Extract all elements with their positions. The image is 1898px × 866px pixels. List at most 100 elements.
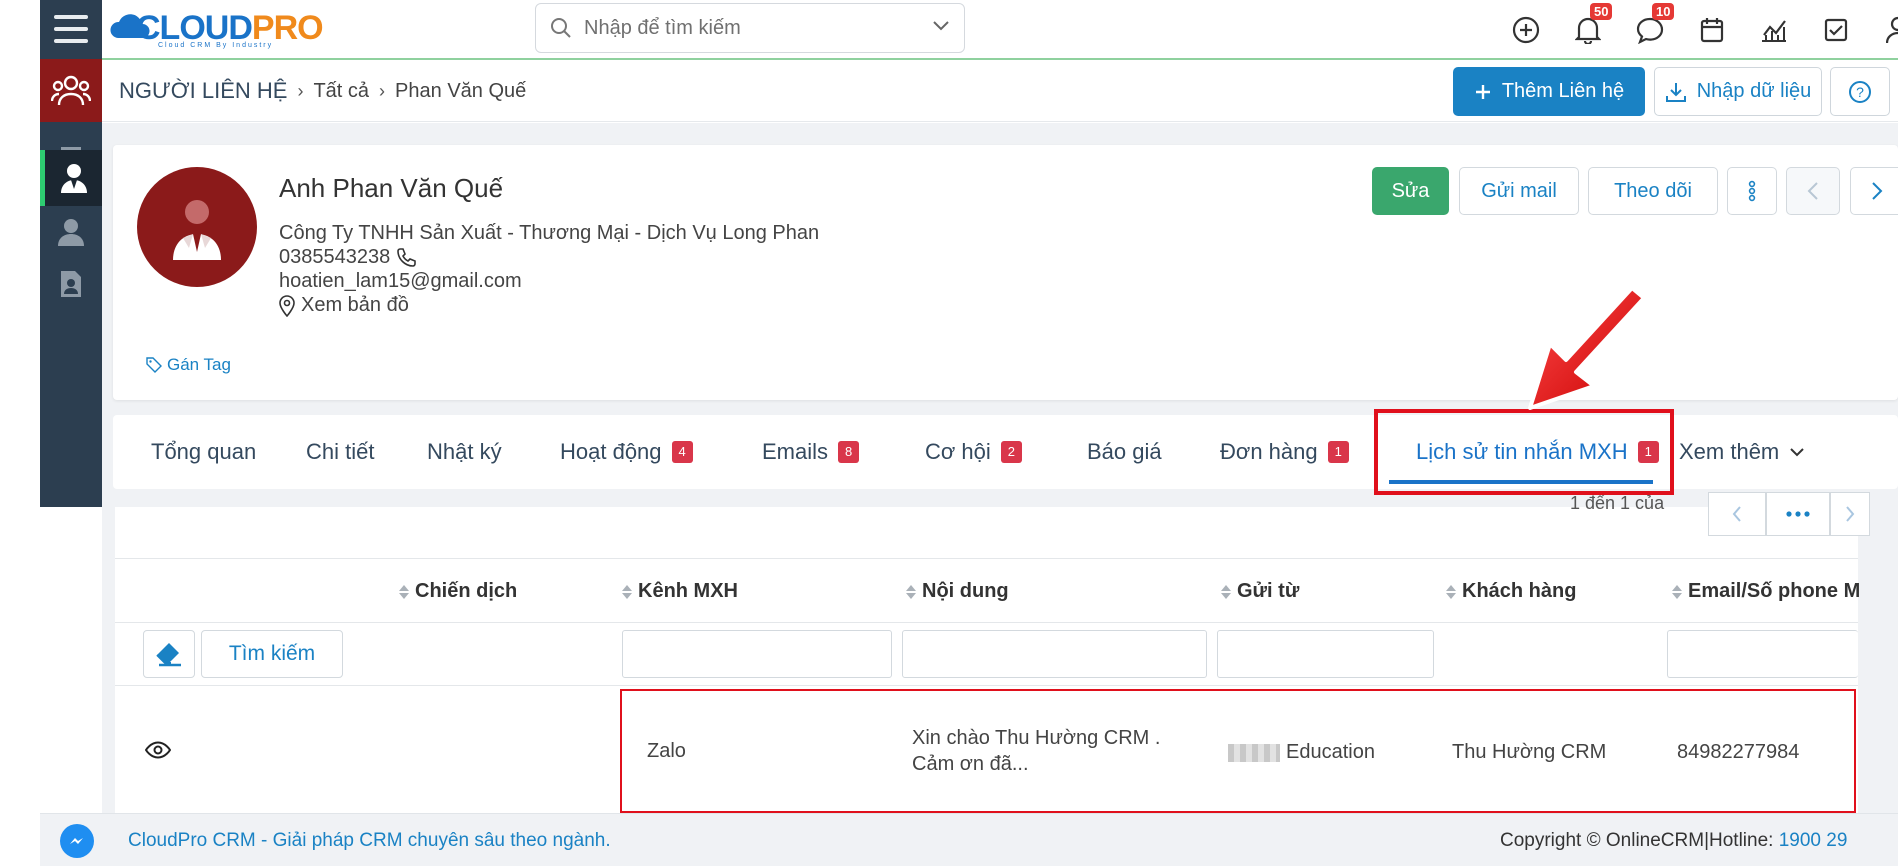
pagination-prev-button[interactable] [1708, 492, 1766, 536]
content-filter-input[interactable] [902, 630, 1207, 678]
previous-record-button[interactable] [1786, 167, 1840, 215]
tag-icon [146, 357, 162, 373]
add-button[interactable] [1506, 10, 1546, 50]
email-phone-filter-input[interactable] [1667, 630, 1858, 678]
follow-label: Theo dõi [1614, 179, 1692, 202]
tab-orders[interactable]: Đơn hàng 1 [1220, 415, 1349, 489]
column-header-customer[interactable]: Khách hàng [1446, 580, 1576, 603]
assign-tag-link[interactable]: Gán Tag [146, 355, 231, 375]
sidebar-item-documents[interactable] [40, 252, 102, 316]
highlight-box-tab [1374, 409, 1674, 495]
breadcrumb-root[interactable]: NGƯỜI LIÊN HỆ [119, 78, 287, 104]
calendar-button[interactable] [1692, 10, 1732, 50]
edit-button[interactable]: Sửa [1372, 167, 1449, 215]
view-map-label: Xem bản đồ [301, 294, 409, 316]
contact-phone-row: 0385543238 [279, 246, 417, 269]
more-horizontal-icon [1786, 511, 1810, 517]
sort-icon [906, 584, 916, 599]
sidebar-item-contacts-module[interactable] [40, 59, 102, 122]
checkbox-icon [1824, 18, 1848, 42]
sidebar [40, 0, 102, 507]
tab-quotes[interactable]: Báo giá [1087, 415, 1162, 489]
tasks-button[interactable] [1816, 10, 1856, 50]
user-menu-button[interactable] [1878, 10, 1898, 50]
messages-button[interactable]: 10 [1630, 3, 1675, 50]
tab-more-dropdown[interactable]: Xem thêm [1679, 415, 1805, 489]
column-header-label: Nội dung [922, 580, 1009, 602]
more-actions-button[interactable] [1727, 167, 1777, 215]
pagination-info: 1 đến 1 của [1570, 493, 1665, 513]
help-circle-icon: ? [1849, 80, 1871, 103]
contact-phone[interactable]: 0385543238 [279, 246, 390, 269]
tab-overview[interactable]: Tổng quan [151, 415, 256, 489]
eye-icon [144, 741, 172, 759]
tab-opportunities[interactable]: Cơ hội 2 [925, 415, 1023, 489]
message-count-badge: 10 [1652, 3, 1675, 20]
table-search-label: Tìm kiếm [228, 642, 316, 665]
sidebar-item-contacts[interactable] [40, 150, 102, 206]
follow-button[interactable]: Theo dõi [1588, 167, 1718, 215]
reports-button[interactable] [1754, 10, 1794, 50]
column-header-content[interactable]: Nội dung [906, 580, 1009, 603]
column-header-label: Gửi từ [1237, 580, 1300, 602]
column-header-label: Kênh MXH [638, 580, 738, 602]
sent-from-filter-input[interactable] [1217, 630, 1434, 678]
hotline-number[interactable]: 1900 29 [1779, 830, 1848, 851]
add-contact-label: Thêm Liên hệ [1501, 80, 1625, 102]
tab-label: Báo giá [1087, 439, 1162, 464]
channel-filter-input[interactable] [622, 630, 892, 678]
avatar[interactable] [137, 167, 257, 287]
sort-icon [1446, 584, 1456, 599]
global-search[interactable] [535, 3, 965, 53]
add-contact-button[interactable]: Thêm Liên hệ [1453, 67, 1645, 116]
phone-icon[interactable] [396, 247, 417, 268]
column-header-channel[interactable]: Kênh MXH [622, 580, 738, 603]
help-button[interactable]: ? [1830, 67, 1890, 116]
breadcrumb-bar: NGƯỜI LIÊN HỆ › Tất cả › Phan Văn Quế Th… [102, 62, 1898, 122]
businessman-icon [173, 200, 221, 260]
search-input[interactable] [584, 16, 924, 40]
tab-details[interactable]: Chi tiết [306, 415, 374, 489]
map-pin-icon [279, 294, 295, 317]
column-header-campaign[interactable]: Chiến dịch [399, 580, 517, 603]
tab-label: Cơ hội [925, 439, 991, 464]
chevron-right-icon [1846, 506, 1855, 522]
tab-log[interactable]: Nhật ký [427, 415, 502, 489]
bell-icon [1575, 17, 1601, 44]
top-icon-group: 50 10 [1506, 3, 1898, 50]
next-record-button[interactable] [1850, 167, 1898, 215]
table-search-button[interactable]: Tìm kiếm [201, 630, 343, 678]
chevron-right-icon: › [297, 80, 304, 101]
tab-emails[interactable]: Emails 8 [762, 415, 860, 489]
pagination-next-button[interactable] [1830, 492, 1870, 536]
import-data-button[interactable]: Nhập dữ liệu [1654, 67, 1822, 116]
contact-company[interactable]: Công Ty TNHH Sản Xuất - Thương Mại - Dịc… [279, 222, 819, 245]
chevron-down-icon[interactable] [932, 20, 950, 32]
more-vertical-icon [1748, 180, 1756, 202]
messenger-icon[interactable] [60, 824, 94, 858]
view-record-button[interactable] [144, 741, 172, 764]
cloudpro-logo[interactable]: CLOUDPRO Cloud CRM By Industry [110, 4, 324, 52]
tab-activities[interactable]: Hoạt động 4 [560, 415, 693, 489]
column-header-sent-from[interactable]: Gửi từ [1221, 580, 1299, 603]
menu-toggle-button[interactable] [40, 0, 102, 58]
tab-count-badge: 2 [1000, 441, 1023, 463]
breadcrumb-level1[interactable]: Tất cả [313, 80, 369, 103]
contact-name: Anh Phan Văn Quế [279, 173, 504, 203]
breadcrumb: NGƯỜI LIÊN HỆ › Tất cả › Phan Văn Quế [119, 78, 526, 104]
contact-card-icon [61, 271, 81, 297]
notifications-button[interactable]: 50 [1568, 3, 1613, 50]
footer-tagline[interactable]: CloudPro CRM - Giải pháp CRM chuyên sâu … [128, 830, 611, 852]
view-map-link[interactable]: Xem bản đồ [279, 294, 409, 317]
send-mail-button[interactable]: Gửi mail [1459, 167, 1579, 215]
column-header-email-phone[interactable]: Email/Số phone M [1672, 580, 1860, 603]
contact-email[interactable]: hoatien_lam15@gmail.com [279, 270, 522, 293]
footer-copyright: Copyright © OnlineCRM|Hotline: 1900 29 [1500, 830, 1847, 852]
column-header-label: Khách hàng [1462, 580, 1577, 602]
footer: CloudPro CRM - Giải pháp CRM chuyên sâu … [40, 813, 1898, 866]
table-header: Chiến dịch Kênh MXH Nội dung Gửi từ Khác… [115, 558, 1860, 623]
pagination-more-button[interactable] [1766, 492, 1830, 536]
contact-person-icon [60, 164, 87, 193]
download-icon [1665, 82, 1686, 102]
clear-filters-button[interactable] [143, 630, 195, 678]
